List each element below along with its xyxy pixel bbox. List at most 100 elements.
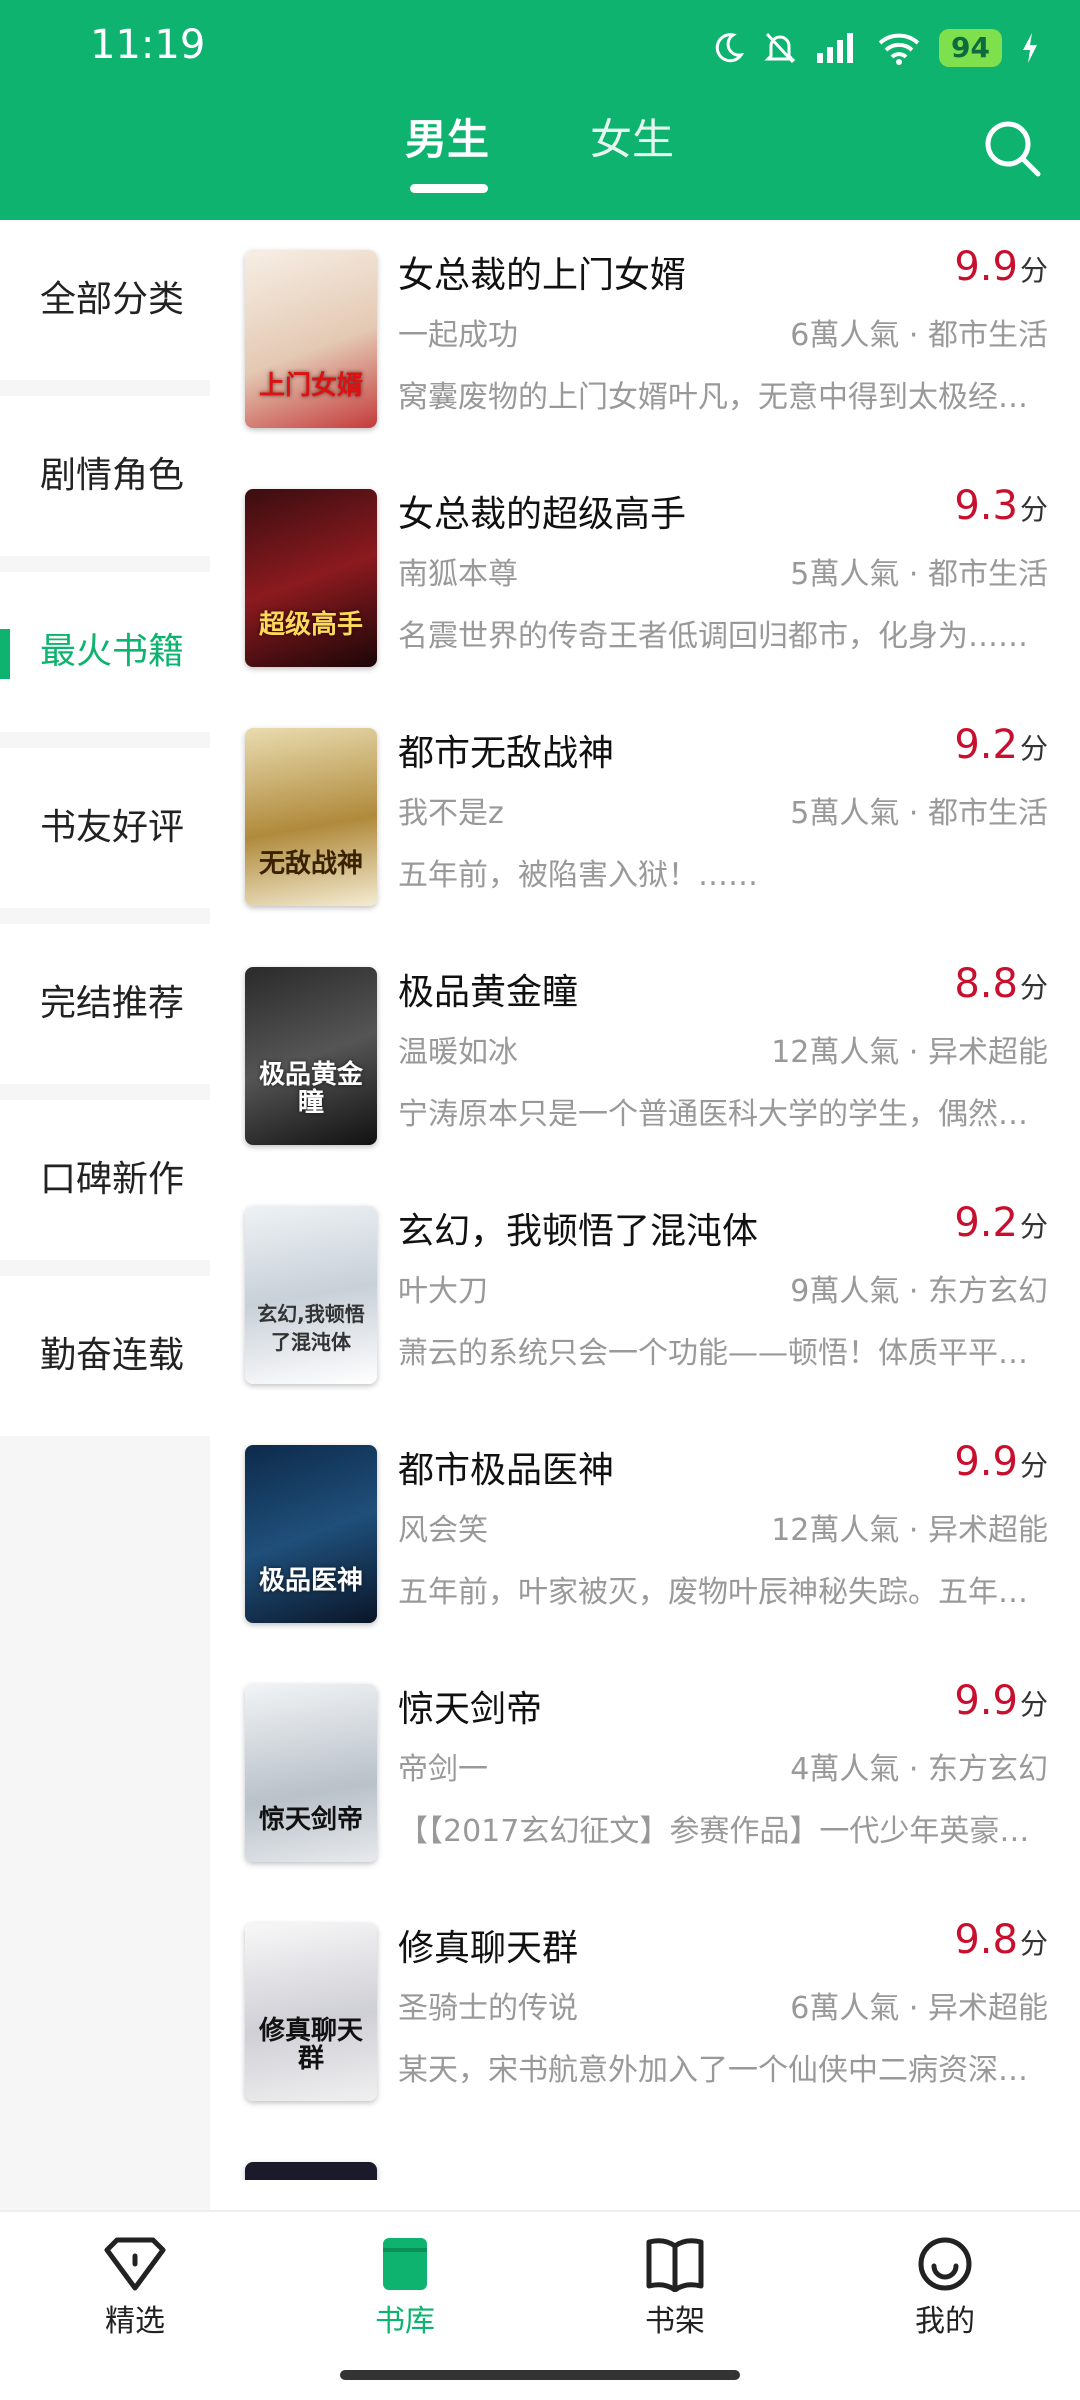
sidebar-item-label: 口碑新作 [40,1159,185,1200]
score-value: 9.2 [954,1200,1018,1246]
book-meta: 6萬人氣 · 异术超能 [790,1991,1048,2026]
list-item[interactable] [210,2132,1080,2180]
nav-library[interactable]: 书库 [315,2236,495,2340]
list-item[interactable]: 上门女婿 女总裁的上门女婿 9.9分 一起成功 6萬人氣 · 都市生活 窝囊废物… [210,220,1080,460]
book-author: 风会笑 [398,1513,488,1548]
book-score: 9.9分 [954,1439,1048,1485]
book-meta: 12萬人氣 · 异术超能 [771,1035,1048,1070]
signal-icon [817,33,854,63]
book-meta: 12萬人氣 · 异术超能 [771,1513,1048,1548]
book-description: 某天，宋书航意外加入了一个仙侠中二病资深…… [398,2053,1050,2088]
book-cover: 上门女婿 [245,250,377,428]
cover-text: 超级高手 [258,610,363,640]
score-value: 9.9 [954,1678,1018,1724]
nav-label: 我的 [915,2304,975,2339]
smiley-icon [918,2237,972,2291]
cover-text: 上门女婿 [258,371,363,401]
gender-tabs: 男生 女生 [0,110,1080,200]
book-title: 修真聊天群 [398,1928,579,1969]
sidebar-item-new-works[interactable]: 口碑新作 [0,1100,210,1260]
book-description: 名震世界的传奇王者低调回归都市，化身为…… [398,619,1028,654]
book-list[interactable]: 上门女婿 女总裁的上门女婿 9.9分 一起成功 6萬人氣 · 都市生活 窝囊废物… [210,220,1080,2180]
score-value: 8.8 [954,961,1018,1007]
nav-featured[interactable]: 精选 [45,2236,225,2340]
app-header: 11:19 94 男生 女生 [0,0,1080,220]
sidebar-item-reader-reviews[interactable]: 书友好评 [0,748,210,908]
score-value: 9.8 [954,1917,1018,1963]
tab-indicator [410,184,488,193]
cover-text: 玄幻,我顿悟了混沌体 [257,1302,365,1354]
book-author: 温暖如冰 [398,1035,518,1070]
sidebar-item-label: 剧情角色 [40,455,185,496]
sidebar-item-hottest-books[interactable]: 最火书籍 [0,572,210,732]
sidebar-item-label: 全部分类 [40,279,185,320]
book-description: 五年前，叶家被灭，废物叶辰神秘失踪。五年后…… [398,1575,1050,1610]
score-unit: 分 [1019,1688,1048,1721]
nav-mine[interactable]: 我的 [855,2236,1035,2340]
book-author: 我不是z [398,796,504,831]
score-unit: 分 [1019,493,1048,526]
search-icon[interactable] [980,116,1044,180]
book-meta: 9萬人氣 · 东方玄幻 [790,1274,1048,1309]
open-book-icon [646,2238,704,2292]
nav-label: 精选 [105,2304,165,2339]
moon-icon [715,33,745,63]
charging-icon [1023,33,1037,63]
book-title: 极品黄金瞳 [398,972,579,1013]
sidebar-item-plot-roles[interactable]: 剧情角色 [0,396,210,556]
sidebar-item-label: 最火书籍 [40,631,185,672]
nav-label: 书库 [375,2304,435,2339]
cover-text: 修真聊天群 [258,2016,363,2074]
list-item[interactable]: 惊天剑帝 惊天剑帝 9.9分 帝剑一 4萬人氣 · 东方玄幻 【【2017玄幻征… [210,1654,1080,1894]
book-description: 宁涛原本只是一个普通医科大学的学生，偶然…… [398,1097,1050,1132]
book-score: 9.2分 [954,1200,1048,1246]
status-bar: 11:19 94 [0,0,1080,100]
list-item[interactable]: 玄幻,我顿悟了混沌体 玄幻，我顿悟了混沌体 9.2分 叶大刀 9萬人氣 · 东方… [210,1176,1080,1416]
book-title: 惊天剑帝 [398,1689,543,1730]
tab-female[interactable]: 女生 [590,110,674,200]
book-author: 叶大刀 [398,1274,488,1309]
book-title: 都市无敌战神 [398,733,615,774]
book-score: 9.3分 [954,483,1048,529]
book-meta: 5萬人氣 · 都市生活 [790,557,1048,592]
book-cover [245,2162,377,2180]
cover-text: 惊天剑帝 [258,1805,363,1835]
book-author: 一起成功 [398,318,518,353]
home-indicator[interactable] [340,2370,740,2380]
book-meta: 5萬人氣 · 都市生活 [790,796,1048,831]
sidebar-item-completed[interactable]: 完结推荐 [0,924,210,1084]
list-item[interactable]: 极品黄金瞳 极品黄金瞳 8.8分 温暖如冰 12萬人氣 · 异术超能 宁涛原本只… [210,937,1080,1177]
book-library-icon [383,2238,427,2290]
book-score: 9.2分 [954,722,1048,768]
score-unit: 分 [1019,254,1048,287]
score-value: 9.9 [954,1439,1018,1485]
score-value: 9.3 [954,483,1018,529]
book-cover: 极品黄金瞳 [245,967,377,1145]
wifi-icon [878,33,920,65]
book-title: 玄幻，我顿悟了混沌体 [398,1211,759,1252]
score-unit: 分 [1019,1449,1048,1482]
book-description: 窝囊废物的上门女婿叶凡，无意中得到太极经…… [398,380,1050,415]
status-icons: 94 [711,24,1040,72]
category-sidebar: 全部分类 剧情角色 最火书籍 书友好评 完结推荐 口碑新作 勤奋连载 [0,220,210,2220]
score-value: 9.9 [954,244,1018,290]
book-title: 女总裁的上门女婿 [398,255,687,296]
book-cover: 极品医神 [245,1445,377,1623]
nav-bookshelf[interactable]: 书架 [585,2236,765,2340]
list-item[interactable]: 极品医神 都市极品医神 9.9分 风会笑 12萬人氣 · 异术超能 五年前，叶家… [210,1415,1080,1655]
list-item[interactable]: 无敌战神 都市无敌战神 9.2分 我不是z 5萬人氣 · 都市生活 五年前，被陷… [210,698,1080,938]
book-cover: 修真聊天群 [245,1923,377,2101]
list-item[interactable]: 修真聊天群 修真聊天群 9.8分 圣骑士的传说 6萬人氣 · 异术超能 某天，宋… [210,1893,1080,2133]
sidebar-item-all-categories[interactable]: 全部分类 [0,220,210,380]
book-description: 【【2017玄幻征文】参赛作品】一代少年英豪…… [398,1814,1050,1849]
cover-text: 极品黄金瞳 [258,1060,363,1118]
diamond-icon [104,2237,166,2291]
sidebar-item-serializing[interactable]: 勤奋连载 [0,1276,210,1436]
book-description: 萧云的系统只会一个功能——顿悟！体质平平…… [398,1336,1050,1371]
sidebar-item-label: 完结推荐 [40,983,185,1024]
list-item[interactable]: 超级高手 女总裁的超级高手 9.3分 南狐本尊 5萬人氣 · 都市生活 名震世界… [210,459,1080,699]
book-author: 圣骑士的传说 [398,1991,578,2026]
status-time: 11:19 [90,22,206,68]
book-cover: 无敌战神 [245,728,377,906]
book-meta: 6萬人氣 · 都市生活 [790,318,1048,353]
